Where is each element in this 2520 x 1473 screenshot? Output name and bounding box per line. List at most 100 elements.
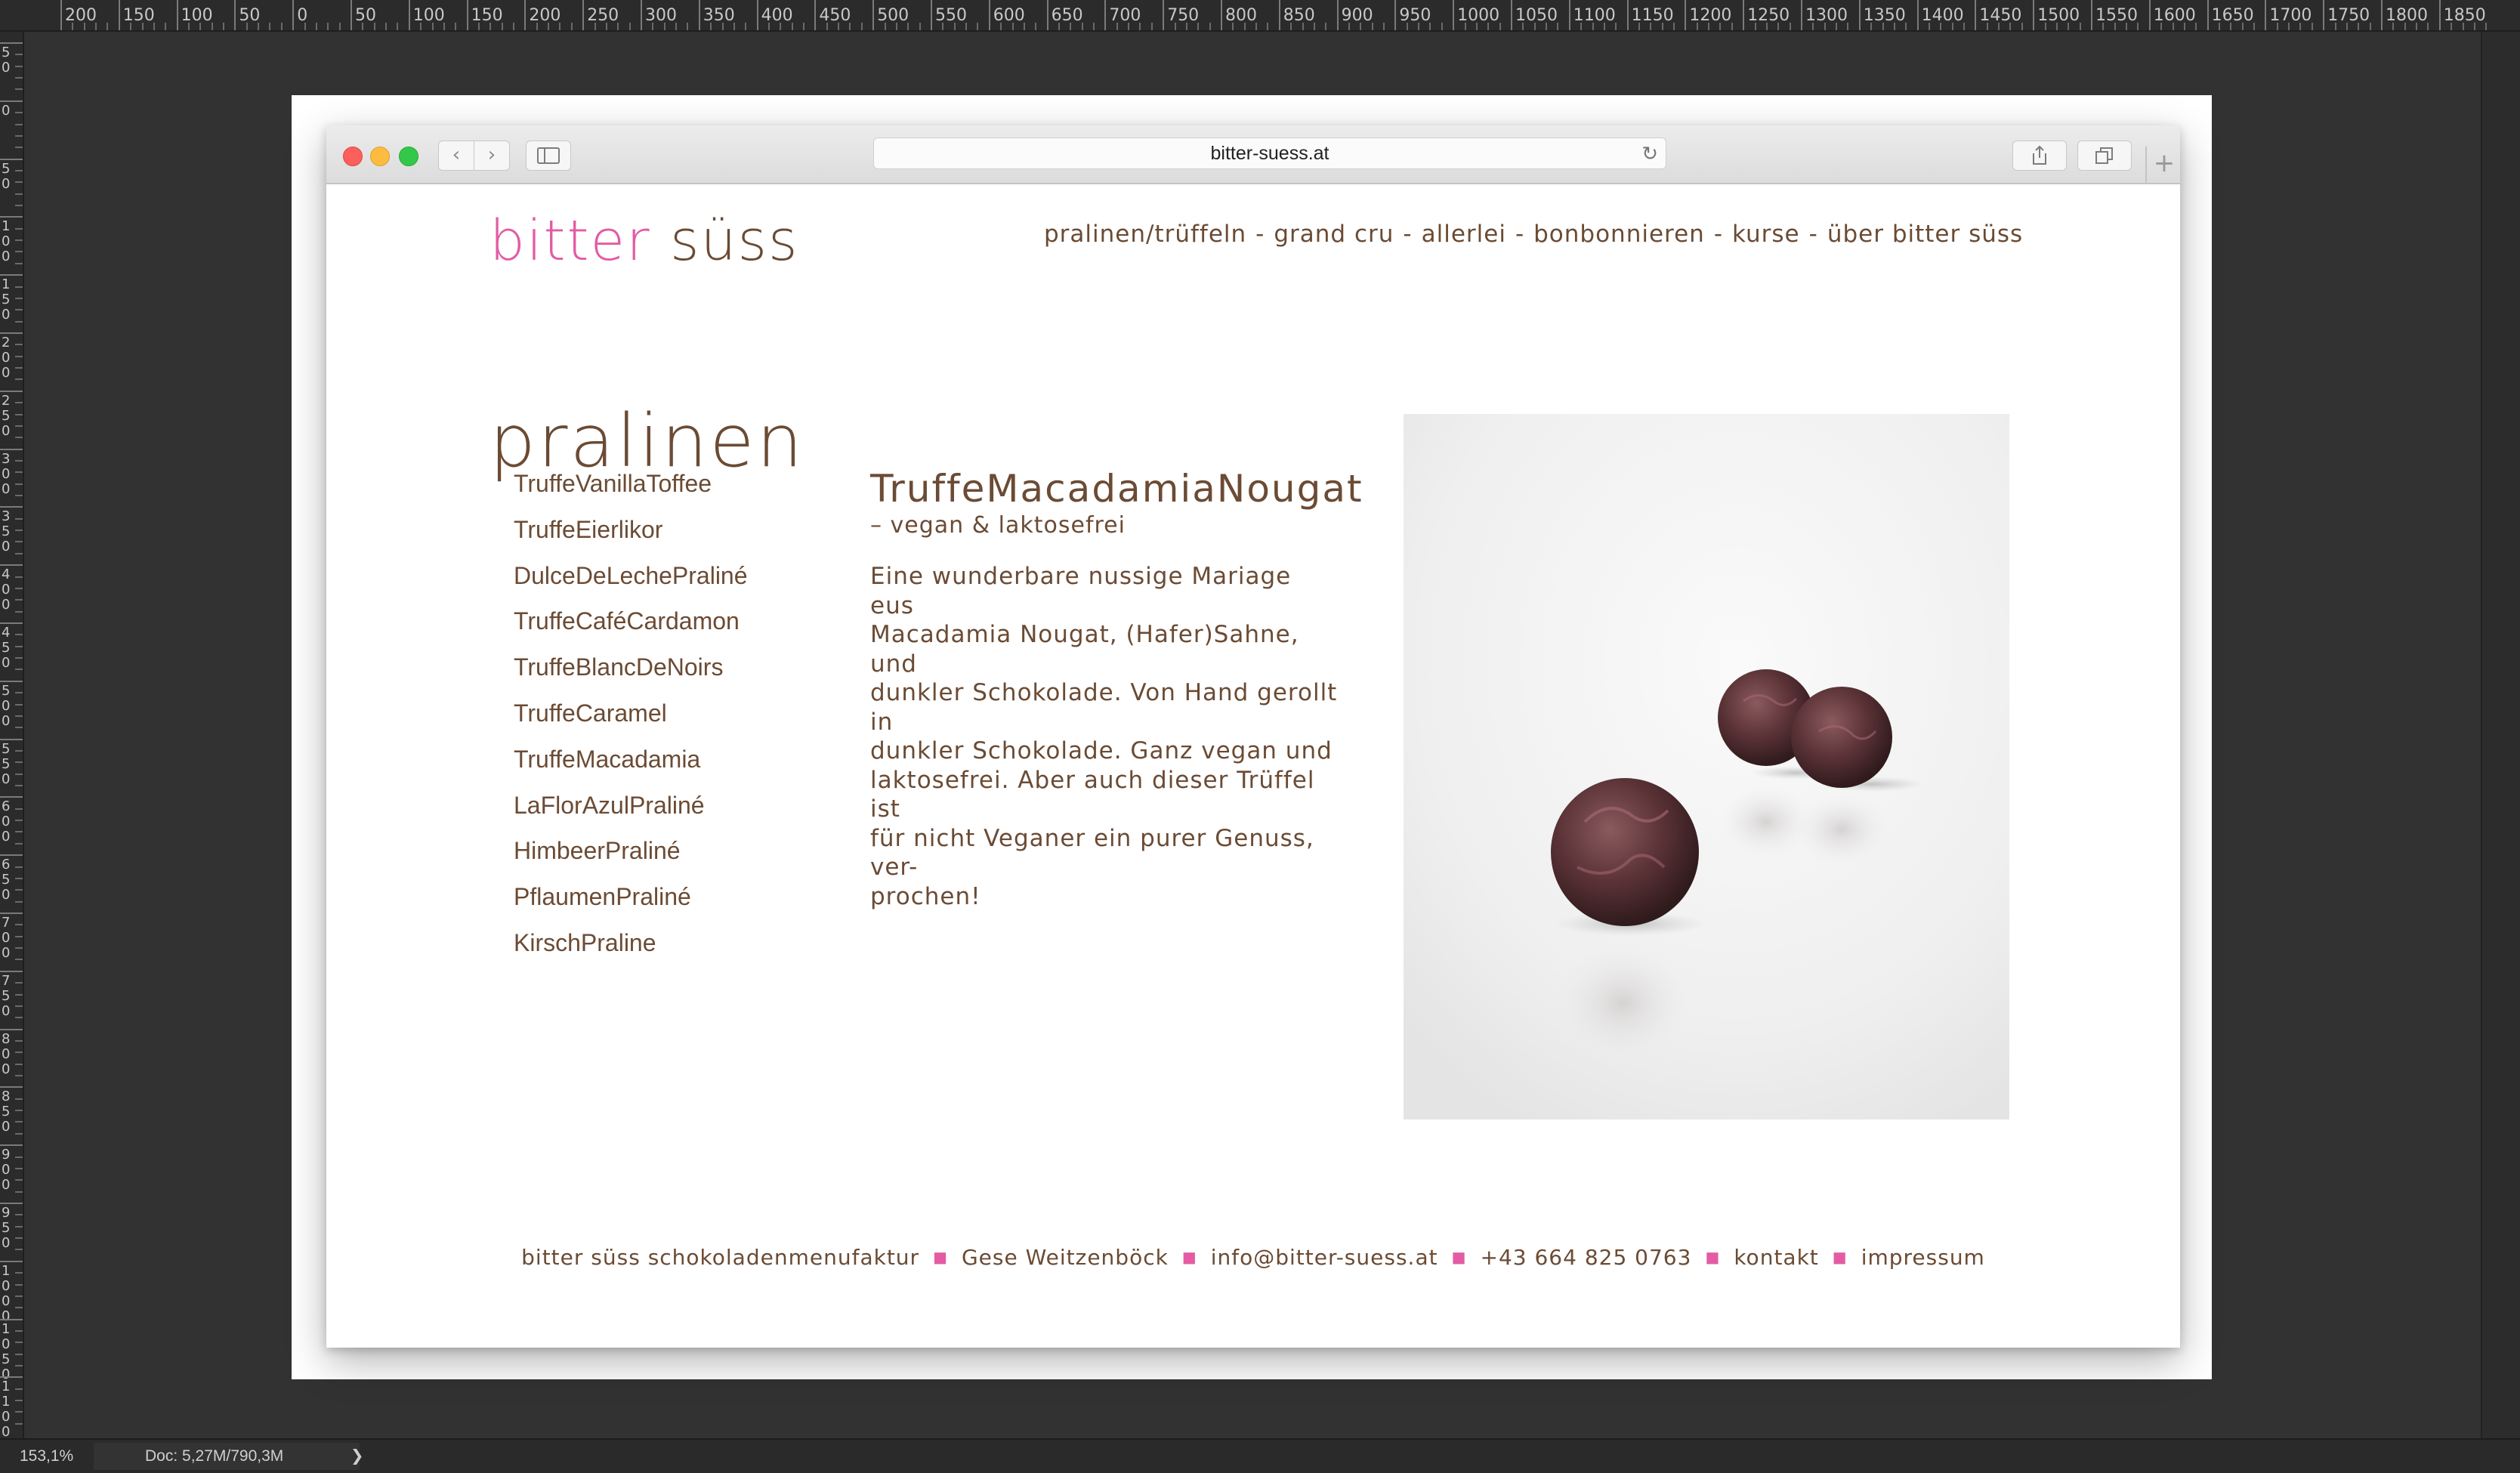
ruler-label: 8 0 0 xyxy=(2,1030,11,1077)
ruler-tick xyxy=(234,0,236,30)
product-name: TruffeMacadamiaNougat xyxy=(870,467,1363,511)
ruler-minor-tick xyxy=(15,320,23,323)
nav-item[interactable]: bonbonnieren xyxy=(1533,221,1705,248)
praline-list: TruffeVanillaToffee TruffeEierlikor DulceD… xyxy=(514,461,748,966)
ruler-minor-tick xyxy=(15,715,23,717)
ruler-tick xyxy=(2207,0,2209,30)
ruler-tick xyxy=(1801,0,1802,30)
minimize-window-button[interactable] xyxy=(370,147,390,166)
ruler-tick xyxy=(0,622,23,624)
ruler-minor-tick xyxy=(15,749,23,752)
forward-button[interactable]: › xyxy=(474,141,510,171)
footer-contact-link[interactable]: kontakt xyxy=(1734,1245,1818,1270)
share-button[interactable] xyxy=(2012,141,2067,171)
ruler-minor-tick xyxy=(15,239,23,242)
address-bar[interactable]: bitter-suess.at ↻ xyxy=(873,137,1666,169)
ruler-tick xyxy=(0,1318,23,1320)
nav-item[interactable]: kurse xyxy=(1732,221,1800,248)
ruler-tick xyxy=(60,0,62,30)
ruler-label: 750 xyxy=(1167,6,1200,25)
ruler-label: 1450 xyxy=(1979,6,2022,25)
ruler-label: 2 5 0 xyxy=(2,392,11,439)
ruler-tick xyxy=(1394,0,1397,30)
praline-list-item[interactable]: TruffeVanillaToffee xyxy=(514,461,748,507)
ruler-minor-tick xyxy=(385,23,388,30)
footer-company[interactable]: bitter süss schokoladenmenufaktur xyxy=(521,1245,919,1270)
sidebar-toggle-button[interactable] xyxy=(526,141,571,171)
ruler-tick xyxy=(0,1086,23,1089)
praline-list-item[interactable]: HimbeerPraliné xyxy=(514,828,748,874)
ruler-minor-tick xyxy=(397,23,399,30)
praline-list-item[interactable]: DulceDeLechePraliné xyxy=(514,553,748,599)
ruler-minor-tick xyxy=(15,367,23,369)
praline-list-item[interactable]: TruffeCaféCardamon xyxy=(514,598,748,644)
praline-list-item[interactable]: PflaumenPraliné xyxy=(514,874,748,920)
ruler-tick xyxy=(1916,0,1919,30)
praline-list-item[interactable]: LaFlorAzulPraliné xyxy=(514,783,748,829)
praline-list-item[interactable]: TruffeMacadamia xyxy=(514,736,748,783)
ruler-minor-tick xyxy=(15,181,23,184)
ruler-label: 6 5 0 xyxy=(2,857,11,903)
browser-toolbar: ‹ › bitter-suess.at ↻ + xyxy=(326,125,2180,184)
ruler-label: 3 0 0 xyxy=(2,450,11,497)
ruler-tick xyxy=(524,0,527,30)
ruler-minor-tick xyxy=(15,541,23,543)
ruler-label: 1850 xyxy=(2443,6,2486,25)
ruler-minor-tick xyxy=(15,205,23,207)
new-tab-button[interactable]: + xyxy=(2145,147,2182,184)
ruler-minor-tick xyxy=(15,530,23,532)
site-logo[interactable]: bitter süss xyxy=(489,208,799,273)
ruler-label: 1100 xyxy=(1573,6,1616,25)
nav-item[interactable]: grand cru xyxy=(1274,221,1394,248)
truffle-photo xyxy=(1404,414,2009,1119)
maximize-window-button[interactable] xyxy=(399,147,418,166)
praline-list-item[interactable]: KirschPraline xyxy=(514,920,748,966)
ruler-label: 1700 xyxy=(2269,6,2312,25)
ruler-tick xyxy=(1975,0,1977,30)
ruler-tick xyxy=(756,0,758,30)
show-tabs-button[interactable] xyxy=(2077,141,2132,171)
ruler-minor-tick xyxy=(15,1329,23,1332)
tabs-icon xyxy=(2095,147,2113,164)
ruler-tick xyxy=(0,680,23,682)
ruler-minor-tick xyxy=(1267,23,1269,30)
nav-separator: - xyxy=(1808,221,1818,248)
ruler-minor-tick xyxy=(15,820,23,822)
ruler-label: 1 0 5 0 xyxy=(2,1320,11,1382)
site-footer: bitter süss schokoladenmenufaktur ■ Gese W… xyxy=(326,1245,2180,1270)
ruler-minor-tick xyxy=(15,587,23,589)
ruler-label: 200 xyxy=(529,6,561,25)
ruler-label: 4 0 0 xyxy=(2,567,11,613)
footer-email-link[interactable]: info@bitter-suess.at xyxy=(1211,1245,1438,1270)
ruler-tick xyxy=(176,0,178,30)
ruler-label: 100 xyxy=(412,6,445,25)
ruler-label: 9 5 0 xyxy=(2,1205,11,1251)
ruler-label: 7 5 0 xyxy=(2,972,11,1019)
ruler-minor-tick xyxy=(269,23,271,30)
ruler-label: 850 xyxy=(1283,6,1315,25)
ruler-minor-tick xyxy=(15,552,23,554)
reload-icon[interactable]: ↻ xyxy=(1641,143,1658,165)
ruler-minor-tick xyxy=(15,1365,23,1367)
praline-list-item[interactable]: TruffeBlancDeNoirs xyxy=(514,644,748,690)
ruler-minor-tick xyxy=(15,947,23,950)
ruler-minor-tick xyxy=(338,23,341,30)
ruler-tick xyxy=(931,0,932,30)
ruler-tick xyxy=(0,1260,23,1262)
ruler-label: 0 xyxy=(2,102,11,119)
ruler-label: 1 5 0 xyxy=(2,276,11,323)
ruler-tick xyxy=(408,0,410,30)
nav-item[interactable]: allerlei xyxy=(1422,221,1506,248)
status-menu-arrow-icon[interactable]: ❯ xyxy=(351,1447,364,1465)
nav-item[interactable]: über bitter süss xyxy=(1827,221,2023,248)
nav-item[interactable]: pralinen/trüffeln xyxy=(1044,221,1246,248)
praline-list-item[interactable]: TruffeCaramel xyxy=(514,690,748,736)
ruler-minor-tick xyxy=(280,23,283,30)
footer-impressum-link[interactable]: impressum xyxy=(1861,1245,1985,1270)
close-window-button[interactable] xyxy=(343,147,363,166)
footer-phone-link[interactable]: +43 664 825 0763 xyxy=(1481,1245,1692,1270)
back-button[interactable]: ‹ xyxy=(438,141,474,171)
zoom-level[interactable]: 153,1% xyxy=(20,1447,73,1465)
document-info[interactable]: Doc: 5,27M/790,3M xyxy=(94,1443,360,1470)
praline-list-item[interactable]: TruffeEierlikor xyxy=(514,507,748,553)
